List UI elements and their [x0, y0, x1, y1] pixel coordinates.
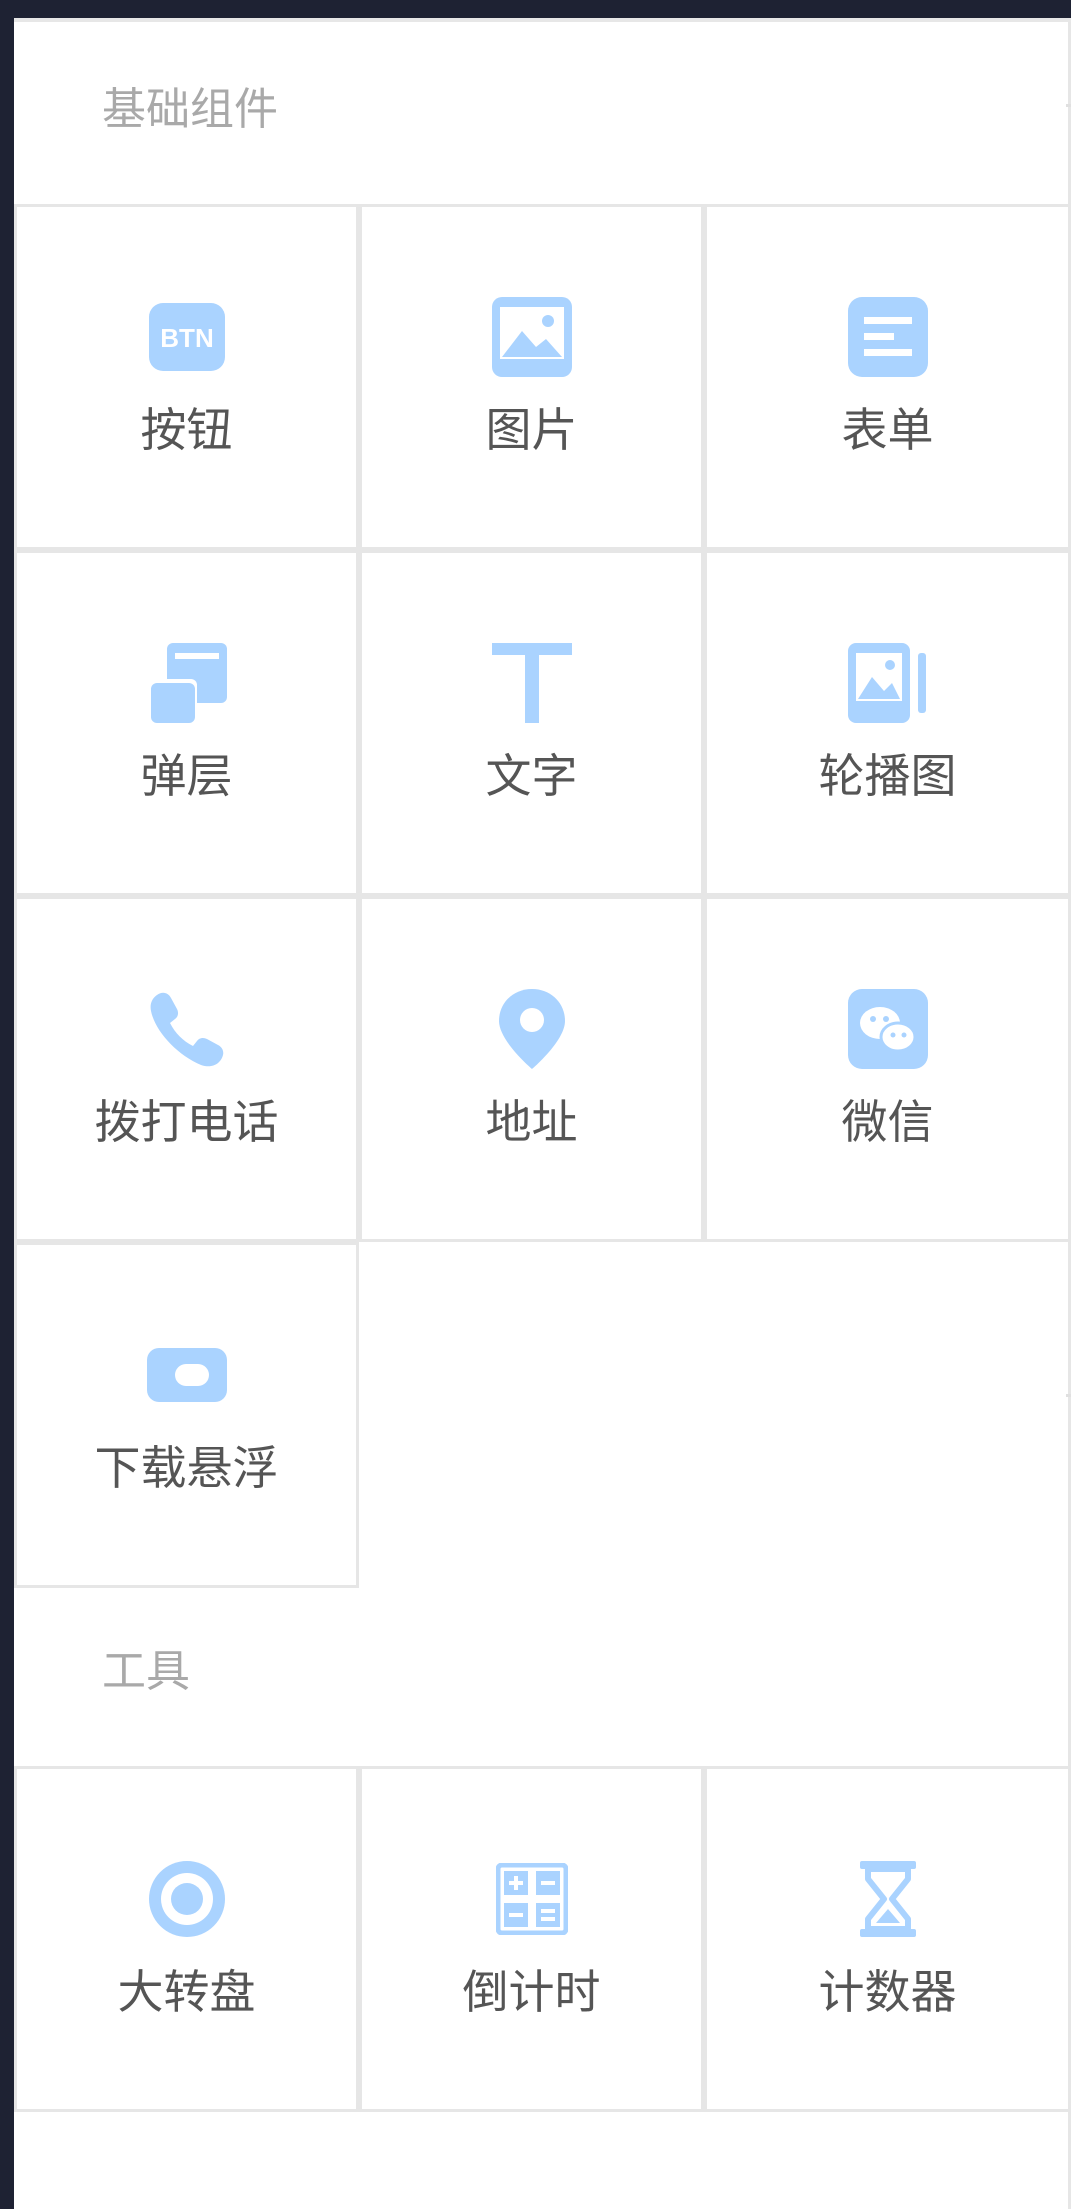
text-icon — [491, 643, 572, 723]
svg-text:BTN: BTN — [160, 323, 213, 353]
btn-icon: BTN — [147, 297, 227, 377]
component-label: 地址 — [485, 1095, 578, 1149]
countdown-icon — [492, 1859, 572, 1939]
component-address[interactable]: 地址 — [359, 896, 704, 1242]
component-image[interactable]: 图片 — [359, 204, 704, 550]
wheel-icon — [147, 1859, 227, 1939]
image-icon — [491, 297, 572, 377]
component-phone-call[interactable]: 拨打电话 — [14, 896, 359, 1242]
component-panel: 基础组件 BTN 按钮 图片 表单 弹层 文字 轮播图 拨打电话 地址 微信 下… — [14, 18, 1071, 2209]
component-text[interactable]: 文字 — [359, 550, 704, 896]
download-float-icon — [146, 1335, 227, 1415]
section-title-tools: 工具 — [102, 1646, 190, 1697]
component-wechat[interactable]: 微信 — [704, 896, 1071, 1242]
component-form[interactable]: 表单 — [704, 204, 1071, 550]
component-label: 微信 — [841, 1095, 934, 1149]
section-title-basic: 基础组件 — [102, 84, 278, 135]
tool-countdown[interactable]: 倒计时 — [359, 1766, 704, 2112]
basic-components-grid: BTN 按钮 图片 表单 弹层 文字 轮播图 拨打电话 地址 微信 下载悬浮 — [14, 204, 1071, 1594]
component-label: 按钮 — [140, 403, 233, 457]
divider — [14, 2109, 1068, 2112]
component-label: 大转盘 — [117, 1965, 256, 2019]
component-label: 表单 — [841, 403, 934, 457]
wechat-icon — [847, 989, 928, 1069]
tool-counter[interactable]: 计数器 — [704, 1766, 1071, 2112]
component-popup-layer[interactable]: 弹层 — [14, 550, 359, 896]
component-download-float[interactable]: 下载悬浮 — [14, 1242, 359, 1588]
form-icon — [847, 297, 928, 377]
popup-layer-icon — [146, 643, 227, 723]
component-button[interactable]: BTN 按钮 — [14, 204, 359, 550]
hourglass-icon — [848, 1859, 928, 1939]
tool-wheel[interactable]: 大转盘 — [14, 1766, 359, 2112]
component-label: 图片 — [485, 403, 578, 457]
carousel-icon — [847, 643, 928, 723]
component-label: 下载悬浮 — [94, 1441, 279, 1495]
component-label: 倒计时 — [462, 1965, 601, 2019]
component-carousel[interactable]: 轮播图 — [704, 550, 1071, 896]
component-label: 轮播图 — [818, 749, 957, 803]
tools-grid: 大转盘 倒计时 计数器 — [14, 1766, 1071, 2112]
component-label: 弹层 — [140, 749, 233, 803]
component-label: 计数器 — [818, 1965, 957, 2019]
phone-icon — [147, 989, 227, 1069]
location-pin-icon — [492, 989, 572, 1069]
component-label: 拨打电话 — [94, 1095, 279, 1149]
component-label: 文字 — [485, 749, 578, 803]
